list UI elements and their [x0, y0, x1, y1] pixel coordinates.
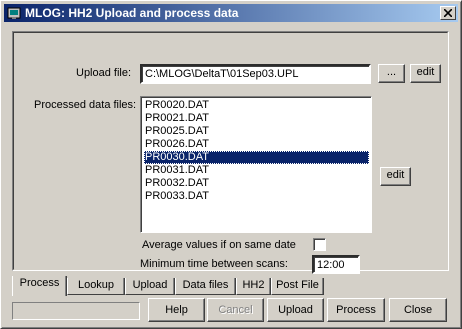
average-values-checkbox[interactable]	[313, 238, 326, 251]
list-item[interactable]: PR0021.DAT	[144, 112, 369, 125]
window-title: MLOG: HH2 Upload and process data	[25, 6, 239, 20]
cancel-button[interactable]: Cancel	[207, 298, 264, 322]
tab-lookup[interactable]: Lookup	[67, 278, 125, 295]
tab-post-file[interactable]: Post File	[271, 278, 324, 295]
min-time-label: Minimum time between scans:	[140, 258, 288, 270]
close-button[interactable]: Close	[389, 298, 447, 322]
status-field	[12, 302, 140, 320]
average-values-label: Average values if on same date	[142, 239, 296, 251]
close-icon	[444, 9, 452, 17]
processed-files-list[interactable]: PR0020.DAT PR0021.DAT PR0025.DAT PR0026.DAT…	[140, 96, 372, 233]
list-item[interactable]: PR0020.DAT	[144, 99, 369, 112]
edit-upload-button[interactable]: edit	[410, 64, 441, 83]
list-item[interactable]: PR0025.DAT	[144, 125, 369, 138]
list-item[interactable]: PR0026.DAT	[144, 138, 369, 151]
help-button[interactable]: Help	[148, 298, 205, 322]
edit-processed-button[interactable]: edit	[380, 167, 411, 186]
upload-file-input[interactable]: C:\MLOG\DeltaT\01Sep03.UPL	[140, 64, 371, 84]
tab-upload[interactable]: Upload	[125, 278, 175, 295]
tab-hh2[interactable]: HH2	[236, 278, 271, 295]
browse-button[interactable]: ...	[378, 64, 405, 83]
close-window-button[interactable]	[440, 6, 456, 20]
list-item[interactable]: PR0032.DAT	[144, 177, 369, 190]
upload-file-label: Upload file:	[76, 67, 132, 79]
list-item[interactable]: PR0030.DAT	[144, 151, 369, 164]
tab-process[interactable]: Process	[12, 276, 67, 296]
processed-files-label: Processed data files:	[34, 99, 137, 111]
main-window: MLOG: HH2 Upload and process data Upload…	[0, 0, 462, 329]
min-time-input[interactable]: 12:00	[312, 255, 360, 274]
app-icon	[7, 7, 21, 19]
tab-data-files[interactable]: Data files	[175, 278, 236, 295]
list-item[interactable]: PR0033.DAT	[144, 190, 369, 203]
upload-button[interactable]: Upload	[267, 298, 324, 322]
title-bar[interactable]: MLOG: HH2 Upload and process data	[4, 4, 458, 22]
list-item[interactable]: PR0031.DAT	[144, 164, 369, 177]
process-button[interactable]: Process	[327, 298, 385, 322]
